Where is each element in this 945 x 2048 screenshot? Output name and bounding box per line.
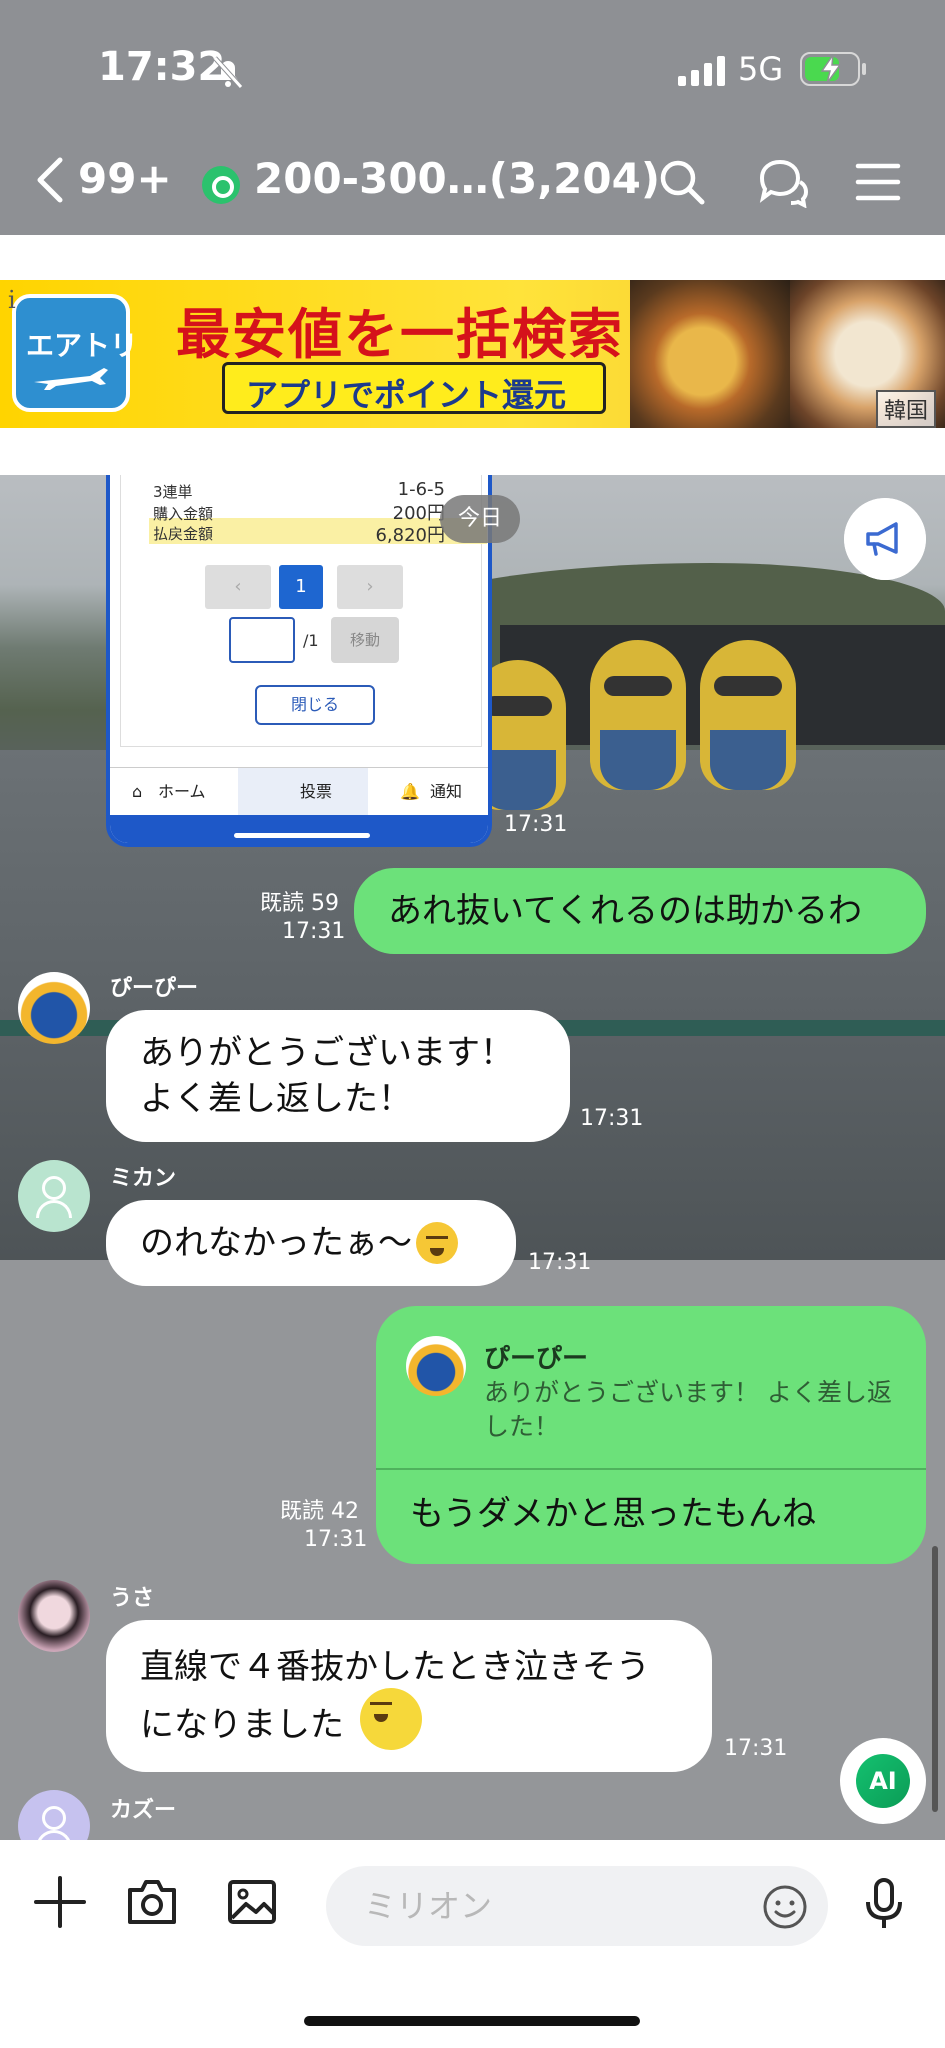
purchase-label: 購入金額 (153, 505, 214, 523)
quote-text: ありがとうございます！ よく差し返した！ (484, 1378, 892, 1441)
quote-sender: ぴーぴー (484, 1344, 589, 1374)
message-text: のれなかったぁ〜 (140, 1223, 412, 1263)
close-button: 閉じる (255, 685, 375, 725)
menu-icon[interactable] (852, 156, 904, 208)
tab-vote: 投票 (238, 768, 368, 816)
sender-name: ミカン (110, 1166, 177, 1191)
camera-icon[interactable] (124, 1874, 180, 1930)
message-text: あれ抜いてくれるのは助かるわ (388, 891, 862, 931)
prev-page-button: ‹ (205, 565, 271, 609)
plus-icon[interactable] (32, 1874, 88, 1930)
message-time: 17:31 (528, 1250, 592, 1275)
ad-headline: 最安値を一括検索 (176, 303, 624, 366)
payout-label: 払戻金額 (153, 525, 214, 543)
message-time: 17:31 (304, 1527, 368, 1552)
unread-count[interactable]: 99+ (78, 154, 172, 203)
back-chevron-icon[interactable] (30, 156, 70, 204)
message-bubble-outgoing[interactable]: あれ抜いてくれるのは助かるわ (354, 868, 926, 954)
screenshot-tabbar: ⌂ ホーム 投票 🔔 通知 (110, 767, 488, 816)
page-total: /1 (303, 631, 319, 650)
message-bubble-incoming[interactable]: ありがとうございます！ よく差し返した！ (106, 1010, 570, 1142)
message-text: もうダメかと思ったもんね (410, 1494, 816, 1534)
minion-figure (590, 640, 686, 790)
screenshot-message[interactable]: 3連単 1-6-5 購入金額 200円 払戻金額 6,820円 ‹ 1 › /1… (106, 475, 492, 847)
tired-face-emoji-icon (416, 1222, 458, 1264)
ad-app-name: エアトリ (26, 329, 139, 362)
ai-button-label: AI (856, 1754, 910, 1808)
chat-title[interactable]: 200-300…(3,204) (254, 154, 660, 203)
image-icon[interactable] (224, 1874, 280, 1930)
status-time: 17:32 (98, 44, 226, 90)
openchat-icon (202, 166, 240, 204)
date-pill: 今日 (440, 495, 520, 543)
payout-value: 6,820円 (375, 525, 445, 546)
avatar[interactable] (18, 972, 90, 1044)
crying-face-emoji-icon (360, 1688, 422, 1750)
announcement-icon[interactable] (844, 498, 926, 580)
network-type: 5G (738, 50, 784, 88)
screenshot-content: 3連単 1-6-5 購入金額 200円 払戻金額 6,820円 ‹ 1 › /1… (120, 475, 487, 747)
ad-food-image (630, 280, 790, 428)
avatar[interactable] (18, 1580, 90, 1652)
message-input[interactable] (326, 1866, 828, 1946)
sender-name: ぴーぴー (110, 976, 199, 1001)
bet-type-value: 1-6-5 (397, 479, 445, 500)
message-time: 17:31 (282, 919, 346, 944)
airplane-icon (34, 368, 108, 390)
ad-info-mark[interactable]: i (8, 286, 16, 314)
bell-icon: 🔔 (400, 782, 420, 801)
page-input (229, 617, 295, 663)
read-receipt: 既読 59 (260, 891, 339, 916)
avatar[interactable] (18, 1160, 90, 1232)
ad-country-tag: 韓国 (876, 390, 937, 428)
quote-avatar (406, 1336, 466, 1396)
chat-bubbles-icon[interactable] (756, 156, 808, 208)
search-icon[interactable] (656, 156, 708, 208)
bet-type-label: 3連単 (153, 483, 193, 501)
go-button: 移動 (331, 617, 399, 663)
next-page-button: › (337, 565, 403, 609)
current-page: 1 (279, 565, 323, 609)
sender-name: カズー (110, 1798, 177, 1823)
message-time: 17:31 (504, 812, 568, 837)
message-bubble-incoming[interactable]: のれなかったぁ〜 (106, 1200, 516, 1286)
minion-figure (700, 640, 796, 790)
tab-home: ホーム (158, 782, 206, 801)
home-icon: ⌂ (132, 782, 143, 801)
scrollbar[interactable] (932, 1546, 938, 1812)
tab-notice: 通知 (430, 782, 463, 801)
battery-charging-icon (800, 52, 866, 86)
message-time: 17:31 (580, 1106, 644, 1131)
bell-off-icon (213, 56, 243, 89)
signal-icon (678, 56, 725, 86)
ad-subline: アプリでポイント還元 (246, 376, 567, 414)
emoji-icon[interactable] (762, 1884, 808, 1930)
read-receipt: 既読 42 (280, 1499, 359, 1524)
sender-name: うさ (110, 1586, 155, 1611)
message-time: 17:31 (724, 1736, 788, 1761)
message-text: ありがとうございます！ よく差し返した！ (140, 1033, 514, 1119)
microphone-icon[interactable] (860, 1876, 908, 1932)
home-indicator (304, 2016, 640, 2026)
